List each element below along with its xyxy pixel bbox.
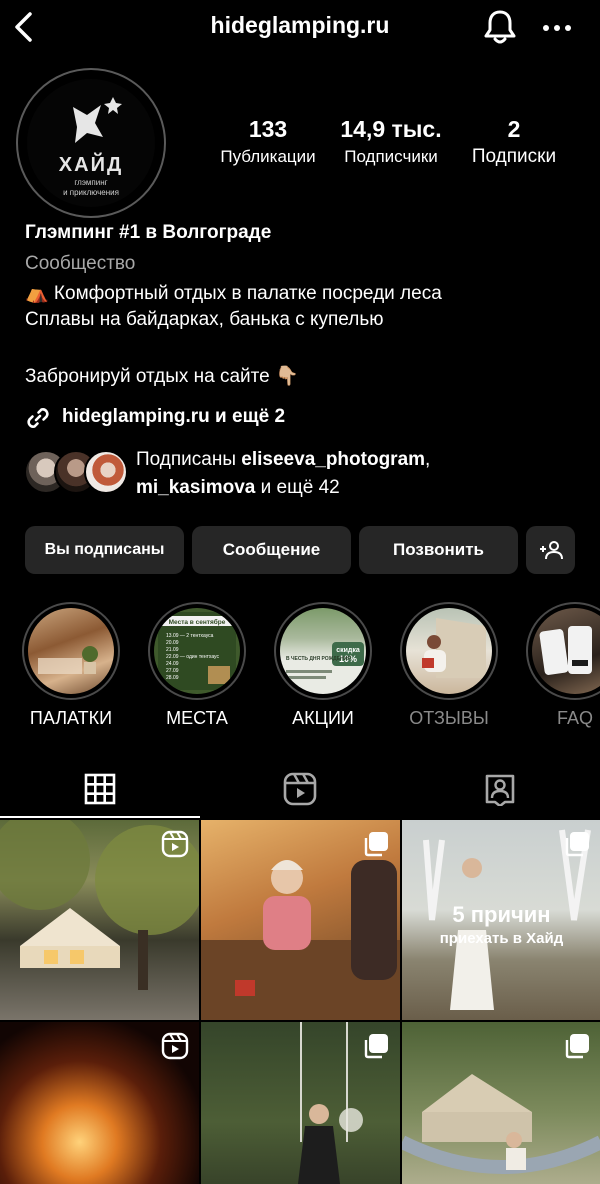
link-icon [27,408,49,428]
highlight-label: FAQ [556,708,593,728]
reels-badge-icon [161,830,189,858]
message-button[interactable]: Сообщение [192,526,351,574]
followed-by-avatars[interactable] [24,450,128,496]
highlight-cover: скидка 10% В ЧЕСТЬ ДНЯ РОЖДЕНИЯ [280,608,366,694]
active-tab-indicator [0,816,200,818]
places-row: 13.09 — 2 тентхауса [166,633,214,639]
highlight-cover [406,608,492,694]
bio-line-2: Сплавы на байдарках, банька с купелью [25,309,384,330]
followed-by-suffix: и ещё 42 [255,477,340,498]
avatar [84,450,128,494]
post-subtitle: приехать в Хайд [439,930,564,947]
following-button[interactable]: Вы подписаны [25,526,184,574]
avatar-logo: ХАЙД глэмпинг и приключения [27,79,155,207]
post-thumbnail[interactable]: 5 причин приехать в Хайд [402,820,600,1020]
promo-caption-text: В ЧЕСТЬ ДНЯ РОЖДЕНИЯ [286,656,351,662]
places-title: Места в сентябре [169,618,226,626]
post-thumbnail[interactable] [201,820,400,1020]
grid-icon [84,773,116,805]
profile-display-name: Глэмпинг #1 в Волгограде [25,222,272,243]
highlight-cover [28,608,114,694]
profile-tabs [0,760,600,818]
following-count: 2 [507,116,521,142]
posts-grid: 5 причин приехать в Хайд [0,820,600,1184]
stat-following[interactable]: 2 Подписки [458,116,570,170]
logo-brand-text: ХАЙД [59,152,123,176]
add-person-icon [539,541,563,560]
highlight-label: ОТЗЫВЫ [409,708,489,728]
reels-icon [283,772,317,806]
followers-label: Подписчики [344,147,438,166]
carousel-badge-icon [565,1034,589,1059]
profile-avatar[interactable]: ХАЙД глэмпинг и приключения [16,68,166,218]
places-row: 20.09 [166,640,179,646]
call-button[interactable]: Позвонить [359,526,518,574]
bio-line-3: Забронируй отдых на сайте 👇🏼 [25,366,299,387]
notifications-button[interactable] [482,8,518,46]
tab-reels[interactable] [200,760,400,818]
link-text: hideglamping.ru и ещё 2 [62,406,286,427]
promo-badge-text: скидка [336,647,360,654]
highlight-label: ПАЛАТКИ [29,708,113,728]
suggested-people-button[interactable] [526,526,575,574]
stat-posts[interactable]: 133 Публикации [208,116,328,170]
post-thumbnail[interactable] [201,1022,400,1184]
post-thumbnail[interactable] [0,1022,199,1184]
profile-category: Сообщество [25,253,136,274]
followed-by-user-1[interactable]: eliseeva_photogram [241,449,425,470]
carousel-badge-icon [364,1034,388,1059]
followed-by-comma: , [425,449,431,470]
carousel-badge-icon [565,832,589,857]
post-overlay-text: 5 причин приехать в Хайд [402,902,600,947]
posts-label: Публикации [220,147,316,166]
more-horizontal-icon [543,25,571,31]
more-options-button[interactable] [540,14,574,42]
stat-followers[interactable]: 14,9 тыс. Подписчики [332,116,450,170]
followed-by-text[interactable]: Подписаны eliseeva_photogram, mi_kasimov… [136,446,430,502]
bell-icon [484,10,516,44]
post-title: 5 причин [452,902,551,927]
carousel-badge-icon [364,832,388,857]
places-row: 22.09 — один тентхаус [166,654,220,660]
tab-posts-grid[interactable] [0,760,200,818]
highlight-label: МЕСТА [166,708,228,728]
followers-count: 14,9 тыс. [340,116,442,142]
post-thumbnail[interactable] [0,820,199,1020]
hide-logo-icon: ХАЙД глэмпинг и приключения [59,97,123,197]
tab-tagged[interactable] [400,760,600,818]
places-row: 21.09 [166,647,179,653]
followed-by-prefix: Подписаны [136,449,242,470]
places-row: 24.09 [166,661,179,667]
followed-by-user-2[interactable]: mi_kasimova [136,477,255,498]
logo-tagline-1: глэмпинг [74,178,107,187]
top-bar: hideglamping.ru [0,0,600,56]
bio-line-1: ⛺ Комфортный отдых в палатке посреди лес… [25,283,442,304]
highlight-label: АКЦИИ [292,708,354,728]
logo-tagline-2: и приключения [63,188,119,197]
highlight-cover: Места в сентябре 13.09 — 2 тентхауса 20.… [154,608,240,694]
posts-count: 133 [248,116,288,142]
reels-badge-icon [161,1032,189,1060]
following-label: Подписки [471,146,557,167]
places-row: 28.09 [166,675,179,681]
tagged-icon [485,774,515,806]
post-thumbnail[interactable] [402,1022,600,1184]
places-row: 27.09 [166,668,179,674]
